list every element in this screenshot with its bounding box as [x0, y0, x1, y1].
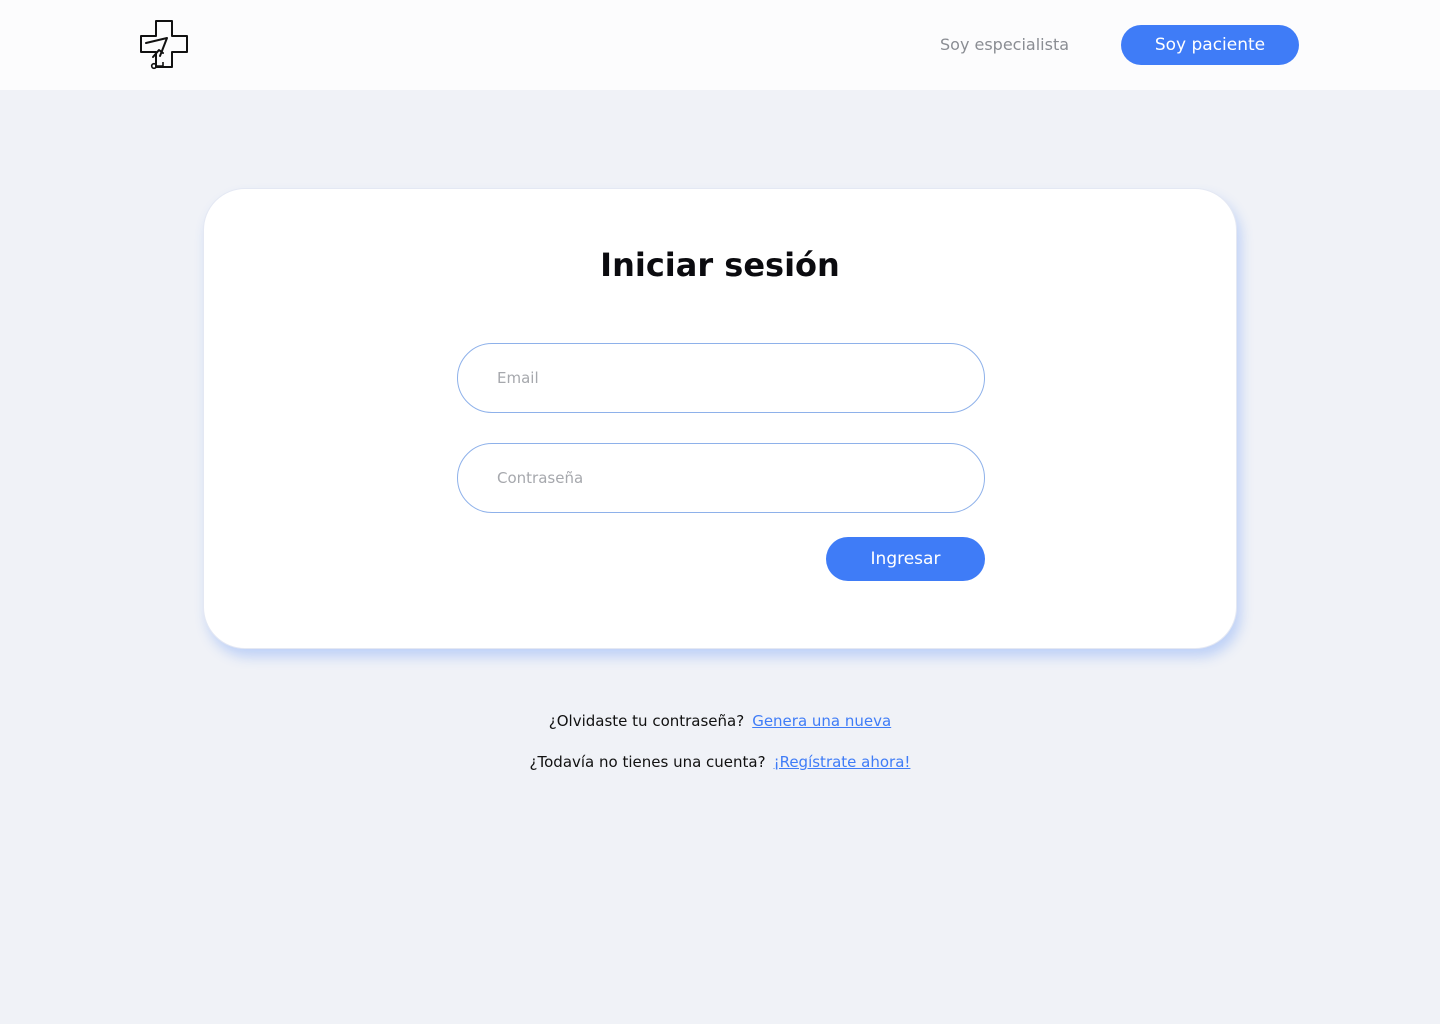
login-submit-button[interactable]: Ingresar [826, 537, 985, 581]
patient-button[interactable]: Soy paciente [1121, 25, 1299, 65]
email-field[interactable] [457, 343, 985, 413]
no-account-text: ¿Todavía no tienes una cuenta? [529, 753, 766, 771]
register-link[interactable]: ¡Regístrate ahora! [774, 753, 911, 771]
reset-password-link[interactable]: Genera una nueva [752, 712, 891, 730]
forgot-password-row: ¿Olvidaste tu contraseña? Genera una nuev… [0, 711, 1440, 731]
specialist-nav-link[interactable]: Soy especialista [940, 34, 1069, 56]
password-field[interactable] [457, 443, 985, 513]
medical-cross-logo-icon[interactable] [137, 18, 191, 72]
register-row: ¿Todavía no tienes una cuenta? ¡Regístrat… [0, 752, 1440, 772]
page-title: Iniciar sesión [600, 246, 840, 284]
login-card: Iniciar sesión Ingresar [203, 188, 1237, 649]
forgot-password-text: ¿Olvidaste tu contraseña? [548, 712, 745, 730]
top-navigation-bar: Soy especialista Soy paciente [0, 0, 1440, 90]
